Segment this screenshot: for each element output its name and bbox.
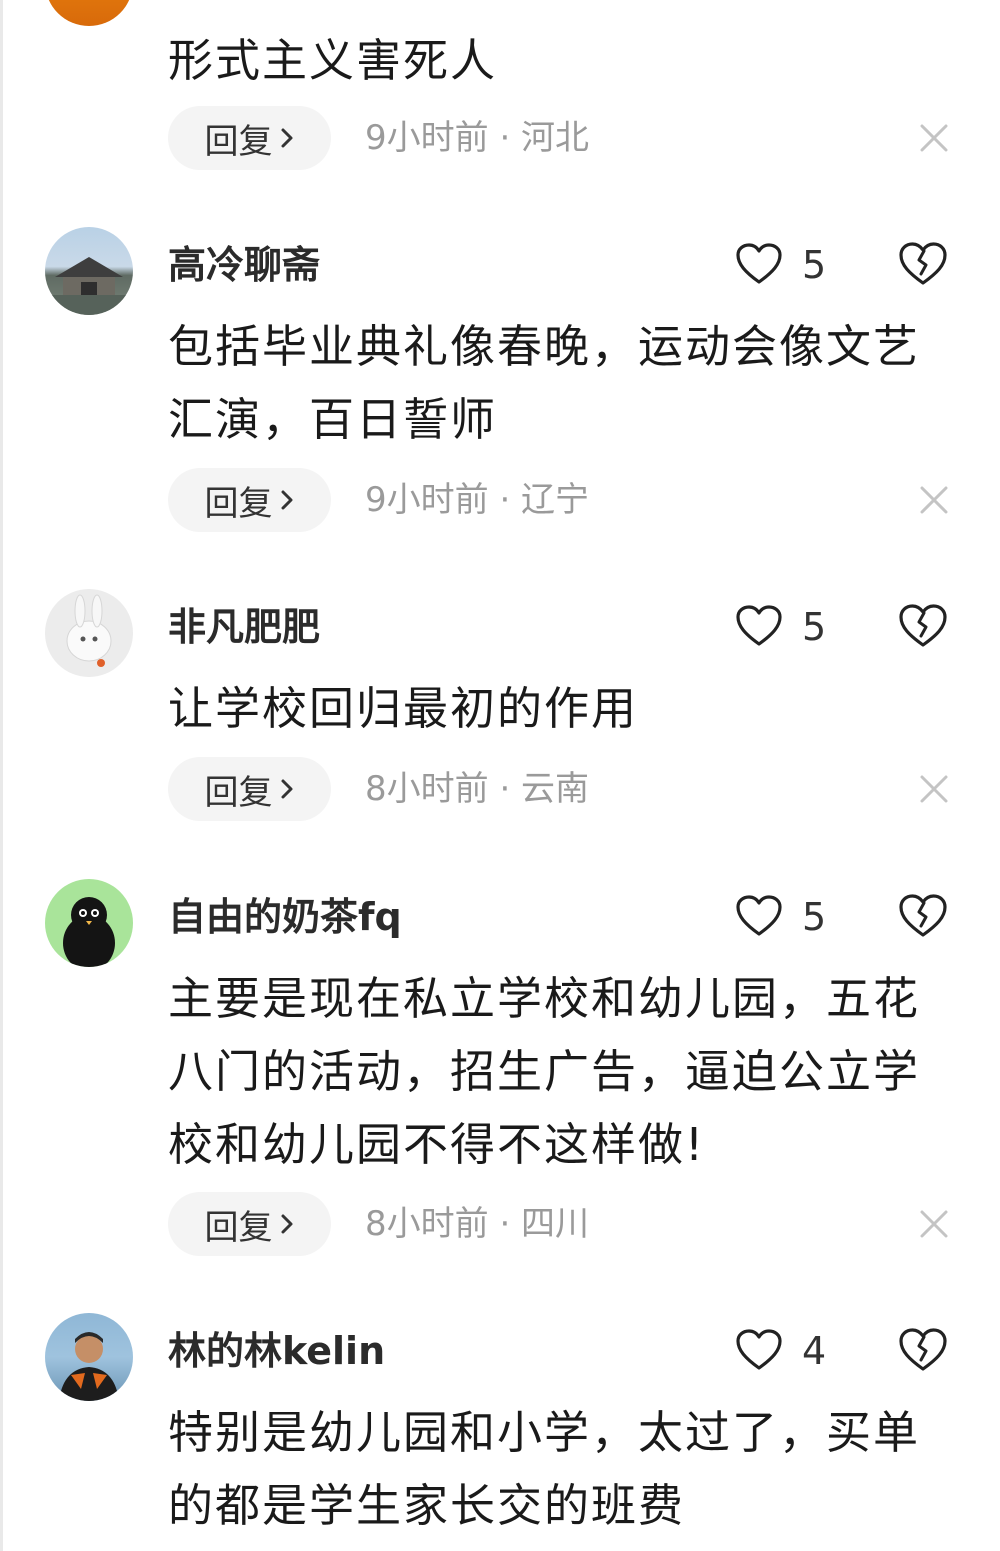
- reply-button[interactable]: 回复: [168, 468, 331, 532]
- chevron-right-icon: [279, 126, 295, 150]
- username[interactable]: 高冷聊斋: [168, 243, 320, 287]
- reply-button[interactable]: 回复: [168, 757, 331, 821]
- username[interactable]: 非凡肥肥: [168, 605, 320, 649]
- avatar[interactable]: [45, 1313, 133, 1401]
- avatar[interactable]: [45, 879, 133, 967]
- avatar[interactable]: [45, 227, 133, 315]
- comment-text: 包括毕业典礼像春晚，运动会像文艺汇演，百日誓师: [168, 320, 921, 446]
- username[interactable]: 自由的奶茶fq: [168, 895, 402, 939]
- chevron-right-icon: [279, 488, 295, 512]
- comment-meta: 8小时前 · 四川: [365, 1204, 590, 1244]
- comment-text: 形式主义害死人: [168, 34, 498, 87]
- broken-heart-icon[interactable]: [898, 1327, 948, 1373]
- comment-text: 特别是幼儿园和小学，太过了，买单的都是学生家长交的班费: [168, 1406, 921, 1532]
- like-count: 5: [802, 243, 827, 287]
- broken-heart-icon[interactable]: [898, 603, 948, 649]
- like-count: 4: [802, 1329, 827, 1373]
- comment-meta: 9小时前 · 河北: [365, 118, 590, 158]
- close-icon[interactable]: [918, 484, 950, 516]
- close-icon[interactable]: [918, 1208, 950, 1240]
- broken-heart-icon[interactable]: [898, 241, 948, 287]
- like-count: 5: [802, 605, 827, 649]
- username[interactable]: 林的林kelin: [168, 1329, 385, 1373]
- reply-button[interactable]: 回复: [168, 106, 331, 170]
- chevron-right-icon: [279, 777, 295, 801]
- avatar[interactable]: [45, 0, 133, 26]
- close-icon[interactable]: [918, 773, 950, 805]
- comment-meta: 8小时前 · 云南: [365, 769, 590, 809]
- heart-outline-icon[interactable]: [735, 604, 783, 648]
- comment-meta: 9小时前 · 辽宁: [365, 480, 590, 520]
- reply-label: 回复: [204, 121, 273, 162]
- comment-text: 让学校回归最初的作用: [168, 682, 639, 735]
- broken-heart-icon[interactable]: [898, 893, 948, 939]
- reply-label: 回复: [204, 772, 273, 813]
- scroll-edge: [0, 0, 3, 1551]
- heart-outline-icon[interactable]: [735, 894, 783, 938]
- chevron-right-icon: [279, 1212, 295, 1236]
- reply-button[interactable]: 回复: [168, 1192, 331, 1256]
- avatar[interactable]: [45, 589, 133, 677]
- heart-outline-icon[interactable]: [735, 242, 783, 286]
- heart-outline-icon[interactable]: [735, 1328, 783, 1372]
- reply-label: 回复: [204, 1207, 273, 1248]
- like-count: 5: [802, 895, 827, 939]
- comment-text: 主要是现在私立学校和幼儿园，五花八门的活动，招生广告，逼迫公立学校和幼儿园不得不…: [168, 972, 921, 1171]
- close-icon[interactable]: [918, 122, 950, 154]
- reply-label: 回复: [204, 483, 273, 524]
